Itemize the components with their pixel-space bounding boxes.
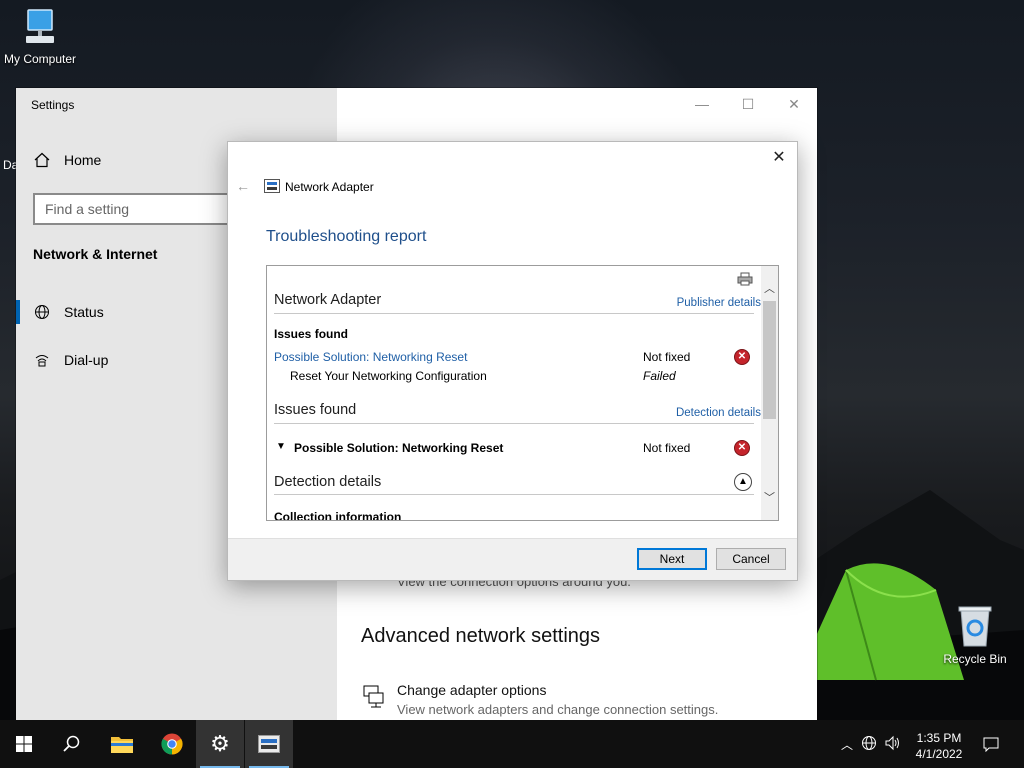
desktop-icon-label: Recycle Bin [943, 652, 1007, 666]
sidebar-item-label: Dial-up [64, 352, 109, 368]
collection-information-label: Collection information [274, 510, 402, 521]
advanced-settings-title: Advanced network settings [361, 625, 601, 647]
desktop-icon-my-computer[interactable]: My Computer [0, 8, 80, 66]
report-scrollbar[interactable]: ︿ ﹀ [761, 266, 778, 520]
possible-solution-header[interactable]: Possible Solution: Networking Reset [294, 441, 503, 455]
divider [274, 494, 754, 495]
start-button[interactable] [0, 720, 48, 768]
action-center-button[interactable] [968, 720, 1014, 768]
sub-item-label: Reset Your Networking Configuration [290, 369, 487, 383]
cancel-button[interactable]: Cancel [716, 548, 786, 570]
taskbar: ⚙ ︿ 1:35 PM 4/1/2022 [0, 720, 1024, 768]
sidebar-item-dial-up[interactable]: Dial-up [34, 352, 108, 368]
desktop-icon-recycle-bin[interactable]: Recycle Bin [935, 604, 1015, 666]
issues-found-label: Issues found [274, 327, 349, 341]
desktop-icon-label: My Computer [3, 52, 77, 66]
sub-item-status: Failed [643, 369, 676, 383]
network-adapter-icon [264, 179, 280, 193]
solution-status: Not fixed [643, 350, 691, 364]
home-icon [34, 152, 50, 168]
network-icon[interactable] [856, 735, 882, 754]
dialog-app-name: Network Adapter [285, 180, 374, 194]
dial-up-icon [34, 352, 50, 368]
window-title: Settings [31, 98, 75, 112]
divider [274, 423, 754, 424]
detection-details-link[interactable]: Detection details [676, 407, 761, 419]
divider [274, 313, 754, 314]
globe-icon [34, 304, 50, 320]
dialog-close-button[interactable]: ✕ [769, 148, 789, 168]
section-title: Network & Internet [33, 246, 158, 262]
clock-date: 4/1/2022 [915, 747, 963, 761]
maximize-button[interactable]: ☐ [725, 88, 771, 120]
print-icon[interactable] [737, 272, 753, 286]
possible-solution-link[interactable]: Possible Solution: Networking Reset [274, 350, 467, 364]
minimize-button[interactable]: — [679, 88, 725, 120]
report-section-title: Network Adapter [274, 292, 382, 308]
search-placeholder: Find a setting [45, 201, 130, 217]
dialog-heading: Troubleshooting report [266, 228, 427, 245]
error-icon: ✕ [734, 349, 750, 365]
sidebar-item-label: Home [64, 152, 102, 168]
back-arrow-icon[interactable]: ← [236, 178, 250, 194]
scroll-down-icon[interactable]: ﹀ [761, 489, 778, 505]
taskbar-file-explorer[interactable] [98, 720, 146, 768]
dialog-footer: Next Cancel [228, 538, 797, 580]
taskbar-troubleshooter[interactable] [245, 720, 293, 768]
next-button[interactable]: Next [637, 548, 707, 570]
file-explorer-icon [111, 737, 133, 753]
clock-time: 1:35 PM [916, 731, 962, 745]
troubleshooter-dialog: ✕ ← Network Adapter Troubleshooting repo… [227, 141, 798, 581]
active-indicator [16, 300, 20, 324]
sidebar-item-status[interactable]: Status [34, 304, 104, 320]
sidebar-item-label: Status [64, 304, 104, 320]
system-tray: ︿ [838, 720, 904, 768]
adapter-icon [361, 684, 385, 708]
start-icon [16, 736, 32, 752]
show-hidden-icons-icon[interactable]: ︿ [838, 736, 856, 753]
expand-triangle-icon[interactable]: ▼ [276, 441, 286, 452]
report-content: Network Adapter Publisher details Issues… [267, 266, 761, 520]
recycle-bin-icon [958, 606, 992, 647]
scroll-thumb[interactable] [763, 301, 776, 419]
computer-icon [26, 9, 54, 43]
chrome-icon [161, 733, 183, 755]
report-panel: Network Adapter Publisher details Issues… [266, 265, 779, 521]
search-icon [63, 735, 80, 752]
close-button[interactable]: ✕ [771, 88, 817, 120]
collapse-chevron-icon[interactable]: ▲ [734, 473, 752, 491]
volume-icon[interactable] [882, 735, 904, 754]
notification-icon [983, 737, 999, 752]
change-adapter-options-link[interactable]: Change adapter options [397, 682, 546, 698]
scroll-up-icon[interactable]: ︿ [761, 280, 778, 296]
taskbar-settings[interactable]: ⚙ [196, 720, 244, 768]
solution-status: Not fixed [643, 441, 691, 455]
report-section-title: Issues found [274, 402, 357, 418]
publisher-details-link[interactable]: Publisher details [677, 297, 761, 309]
window-controls: — ☐ ✕ [679, 88, 817, 120]
adapter-options-description: View network adapters and change connect… [397, 702, 719, 717]
search-button[interactable] [48, 720, 96, 768]
troubleshooter-icon [258, 735, 280, 753]
taskbar-chrome[interactable] [148, 720, 196, 768]
sidebar-item-home[interactable]: Home [34, 152, 101, 168]
report-section-title: Detection details [274, 474, 382, 490]
taskbar-clock[interactable]: 1:35 PM 4/1/2022 [905, 730, 973, 762]
error-icon: ✕ [734, 440, 750, 456]
settings-icon: ⚙ [210, 731, 230, 756]
